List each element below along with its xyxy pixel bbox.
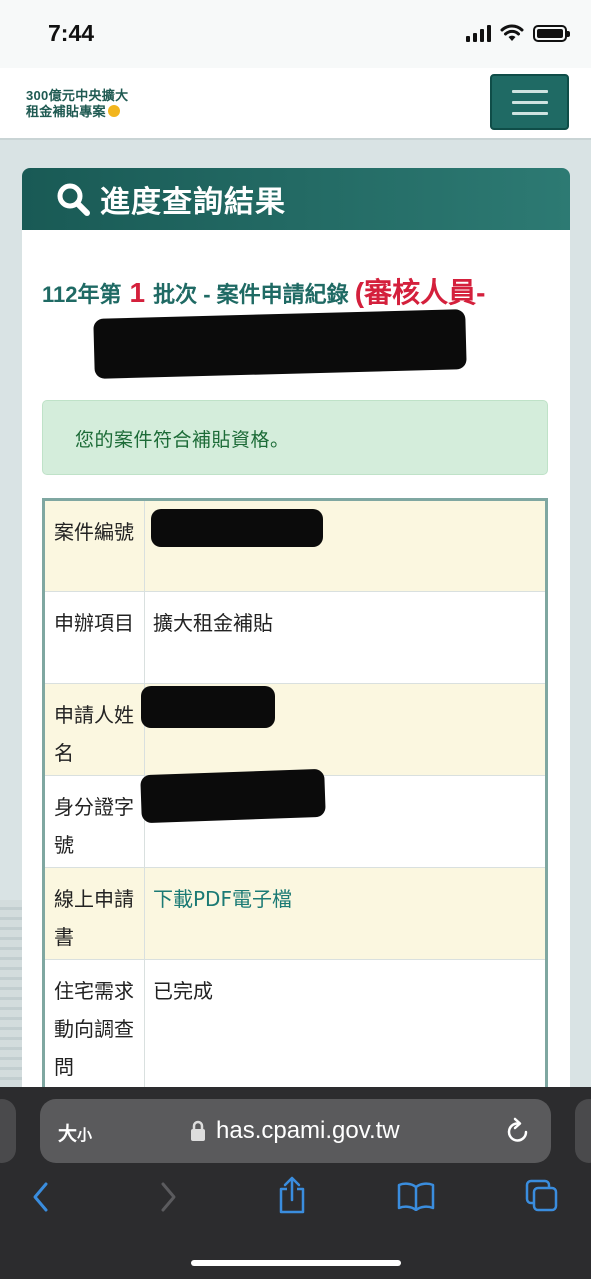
logo-line1: 300億元中央擴大 xyxy=(26,88,129,103)
next-tab-preview[interactable] xyxy=(575,1099,591,1163)
reload-icon[interactable] xyxy=(505,1117,531,1145)
row-label-case-number: 案件編號 xyxy=(43,499,145,592)
redacted-applicant-name xyxy=(141,686,275,728)
table-row: 申請人姓名 xyxy=(43,683,547,776)
address-bar[interactable]: 大小 has.cpami.gov.tw xyxy=(40,1099,551,1163)
redacted-reviewer-name xyxy=(93,309,467,379)
card-title: 進度查詢結果 xyxy=(100,186,286,219)
row-value-case-number xyxy=(144,499,547,592)
forward-icon[interactable] xyxy=(157,1181,179,1213)
table-row: 住宅需求動向調查問 已完成 xyxy=(43,959,547,1090)
batch-suffix: 批次 - 案件申請紀錄 xyxy=(153,282,349,307)
home-indicator xyxy=(191,1260,401,1266)
row-value-applicant-name xyxy=(141,683,547,776)
card-header: 進度查詢結果 xyxy=(22,168,570,230)
table-row: 案件編號 xyxy=(43,499,547,592)
search-icon xyxy=(57,183,90,216)
batch-number: 1 xyxy=(129,277,146,308)
lock-icon xyxy=(191,1120,205,1141)
eligibility-alert: 您的案件符合補貼資格。 xyxy=(42,400,548,475)
text-size-large: 大 xyxy=(58,1124,78,1145)
table-row: 身分證字號 xyxy=(43,768,547,868)
logo-line2: 租金補貼專案 xyxy=(26,104,106,119)
hamburger-menu-button[interactable] xyxy=(490,74,569,130)
application-info-table: 案件編號 申辦項目 擴大租金補貼 申請人姓名 身分證字號 線上申請書 下載PDF… xyxy=(42,498,548,1091)
download-pdf-link[interactable]: 下載PDF電子檔 xyxy=(153,887,292,911)
back-icon[interactable] xyxy=(30,1181,52,1213)
status-bar: 7:44 xyxy=(0,0,591,68)
site-header: 300億元中央擴大 租金補貼專案 xyxy=(0,68,591,140)
coin-icon xyxy=(107,105,120,117)
hamburger-menu-icon xyxy=(511,89,548,93)
row-value-housing-survey: 已完成 xyxy=(144,959,547,1090)
row-label-housing-survey: 住宅需求動向調查問 xyxy=(43,959,145,1090)
bookmarks-icon[interactable] xyxy=(397,1181,435,1211)
status-time: 7:44 xyxy=(48,20,95,46)
row-label-applicant-name: 申請人姓名 xyxy=(43,683,145,776)
redacted-id-number xyxy=(140,768,326,824)
result-card: 進度查詢結果 112年第 1 批次 - 案件申請紀錄 (審核人員- 您的案件符合補貼… xyxy=(22,168,570,1098)
tabs-icon[interactable] xyxy=(525,1179,559,1213)
table-row: 申辦項目 擴大租金補貼 xyxy=(43,591,547,684)
text-size-button[interactable]: 大小 xyxy=(58,1119,92,1146)
status-icons xyxy=(466,24,570,42)
navigation-row xyxy=(0,1176,591,1221)
batch-prefix: 112年第 xyxy=(42,282,122,307)
cellular-signal-icon xyxy=(466,24,491,42)
row-value-id-number xyxy=(140,768,547,868)
row-value-online-form: 下載PDF電子檔 xyxy=(144,867,547,960)
text-size-small: 小 xyxy=(77,1127,93,1144)
table-row: 線上申請書 下載PDF電子檔 xyxy=(43,867,547,960)
url-text: has.cpami.gov.tw xyxy=(216,1117,400,1144)
previous-tab-preview[interactable] xyxy=(0,1099,16,1163)
reviewer-label: (審核人員- xyxy=(354,277,486,308)
browser-toolbar: 大小 has.cpami.gov.tw xyxy=(0,1087,591,1279)
site-logo[interactable]: 300億元中央擴大 租金補貼專案 xyxy=(26,88,128,120)
redacted-case-number xyxy=(151,509,323,547)
batch-title: 112年第 1 批次 - 案件申請紀錄 (審核人員- xyxy=(42,268,552,320)
battery-icon xyxy=(533,24,570,42)
row-label-online-form: 線上申請書 xyxy=(43,867,145,960)
share-icon[interactable] xyxy=(277,1175,307,1215)
row-label-application-item: 申辦項目 xyxy=(43,591,145,684)
wifi-icon xyxy=(500,24,524,41)
row-value-application-item: 擴大租金補貼 xyxy=(144,591,547,684)
url-display[interactable]: has.cpami.gov.tw xyxy=(190,1117,400,1145)
row-label-id-number: 身分證字號 xyxy=(43,775,145,868)
